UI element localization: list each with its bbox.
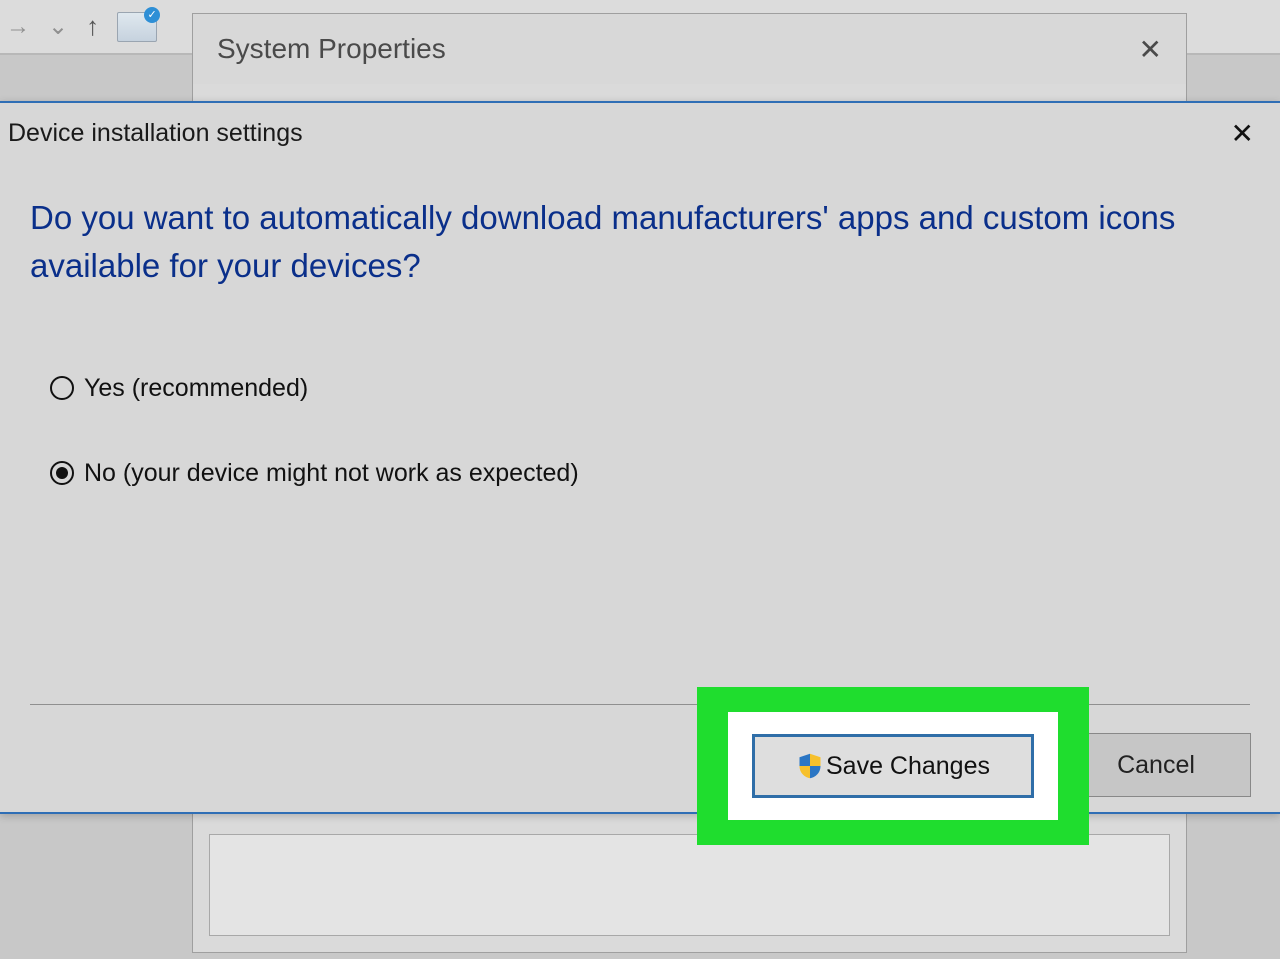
tutorial-highlight: Save Changes	[697, 687, 1089, 845]
cancel-button[interactable]: Cancel	[1061, 733, 1251, 797]
save-changes-label: Save Changes	[826, 752, 990, 781]
uac-shield-icon	[796, 752, 824, 780]
radio-option-yes[interactable]: Yes (recommended)	[50, 374, 1280, 403]
radio-label: No (your device might not work as expect…	[84, 459, 579, 488]
radio-icon	[50, 461, 74, 485]
radio-icon	[50, 376, 74, 400]
dialog-title: Device installation settings	[8, 119, 303, 148]
radio-group: Yes (recommended) No (your device might …	[0, 290, 1280, 488]
save-changes-button[interactable]: Save Changes	[752, 734, 1034, 798]
dialog-question: Do you want to automatically download ma…	[0, 154, 1280, 290]
tutorial-highlight-inner: Save Changes	[728, 712, 1058, 820]
radio-label: Yes (recommended)	[84, 374, 308, 403]
dialog-close-icon[interactable]: ✕	[1223, 113, 1262, 154]
dialog-header: Device installation settings ✕	[0, 103, 1280, 154]
radio-option-no[interactable]: No (your device might not work as expect…	[50, 459, 1280, 488]
device-installation-dialog: Device installation settings ✕ Do you wa…	[0, 101, 1280, 814]
cancel-button-label: Cancel	[1117, 751, 1195, 780]
